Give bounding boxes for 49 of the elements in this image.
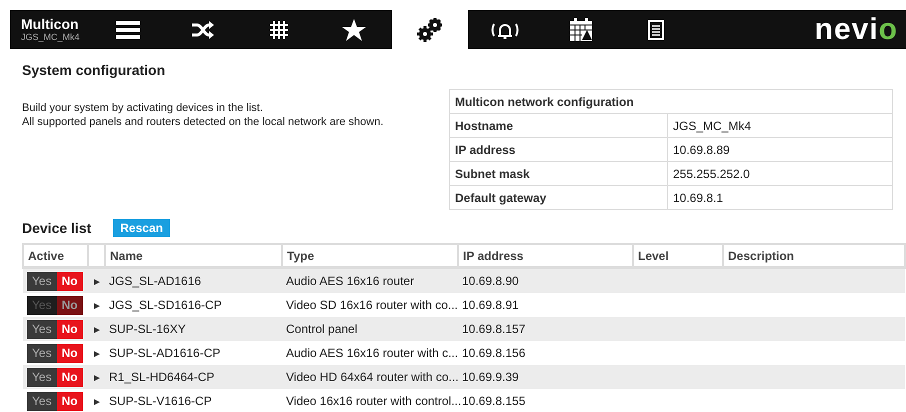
app-title: Multicon (21, 17, 80, 32)
table-cell: JGS_SL-AD1616 (105, 268, 282, 293)
table-cell: 10.69.8.89 (668, 138, 892, 162)
expand-arrow[interactable]: ► (92, 397, 102, 408)
table-cell: Video SD 16x16 router with co... (282, 293, 458, 317)
yes-no-toggle[interactable]: Yes No (27, 368, 83, 386)
table-cell: 10.69.8.1 (668, 186, 892, 210)
yes-no-toggle[interactable]: Yes No (27, 344, 83, 362)
table-cell: Default gateway (450, 186, 668, 210)
table-cell: 10.69.8.90 (458, 268, 633, 293)
expand-arrow[interactable]: ► (92, 349, 102, 360)
intro-text: All supported panels and routers detected on the local network are shown. (22, 115, 384, 129)
table-cell: Audio AES 16x16 router (282, 268, 458, 293)
star-icon (342, 18, 366, 40)
yes-no-toggle[interactable]: Yes No (27, 272, 83, 290)
table-cell: JGS_MC_Mk4 (668, 114, 892, 138)
table-cell: 10.69.8.91 (458, 293, 633, 317)
table-cell: 10.69.8.157 (458, 317, 633, 341)
gears-icon (416, 18, 443, 42)
table-cell: SUP-SL-16XY (105, 317, 282, 341)
table-cell: SUP-SL-V1616-CP (105, 389, 282, 412)
yes-no-toggle[interactable]: Yes No (27, 392, 83, 410)
table-cell: Hostname (450, 114, 668, 138)
page-title: System configuration (22, 61, 166, 79)
table-cell: Audio AES 16x16 router with c... (282, 341, 458, 365)
grid-icon (270, 20, 288, 38)
table-cell: R1_SL-HD6464-CP (105, 365, 282, 389)
calendar-warning-icon (568, 18, 593, 42)
table-cell: 10.69.9.39 (458, 365, 633, 389)
device-name: JGS_MC_Mk4 (21, 32, 81, 42)
table-cell: 255.255.252.0 (668, 162, 892, 186)
bell-alarm-icon (490, 20, 520, 38)
document-icon (648, 20, 664, 40)
section-title: Device list (22, 220, 92, 236)
table-cell: JGS_SL-SD1616-CP (105, 293, 282, 317)
yes-no-toggle[interactable]: Yes No (27, 320, 83, 338)
intro-text: Build your system by activating devices in the list. (22, 101, 264, 115)
table-cell: Video HD 64x64 router with co... (282, 365, 458, 389)
table-cell: Video 16x16 router with control... (282, 389, 458, 412)
table-cell: Control panel (282, 317, 458, 341)
rescan-button[interactable]: Rescan (113, 219, 170, 237)
table-heading: Multicon network configuration (450, 90, 892, 114)
list-icon (116, 20, 140, 38)
table-cell: 10.69.8.156 (458, 341, 633, 365)
table-cell: Subnet mask (450, 162, 668, 186)
table-cell: SUP-SL-AD1616-CP (105, 341, 282, 365)
shuffle-icon (192, 20, 214, 38)
brand-logo: nevio (814, 12, 898, 48)
table-cell: IP address (450, 138, 668, 162)
